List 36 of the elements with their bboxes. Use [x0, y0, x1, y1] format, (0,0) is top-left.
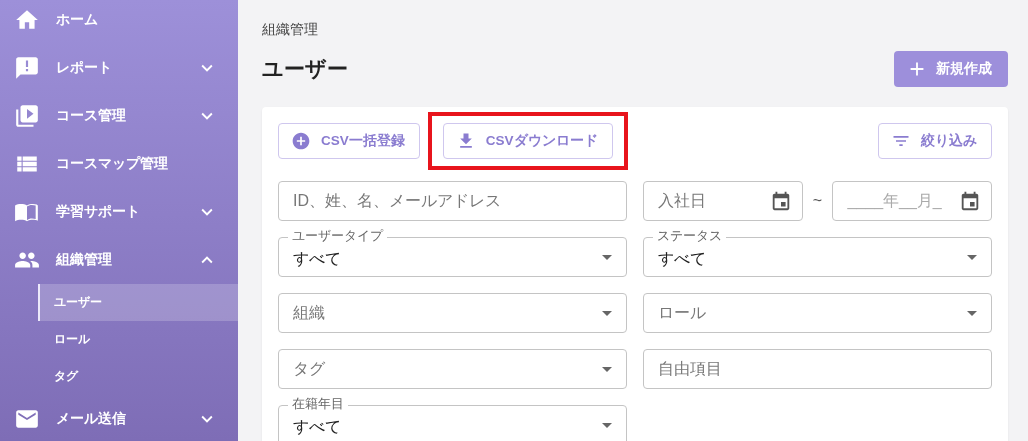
page-title: ユーザー — [262, 56, 348, 82]
field-label: ユーザータイプ — [288, 228, 387, 244]
select-field[interactable]: 組織 — [278, 293, 627, 333]
sidebar-subitem[interactable]: ユーザー — [38, 284, 238, 321]
caret-down-icon — [602, 310, 612, 316]
toolbar-button[interactable]: CSVダウンロード — [442, 123, 613, 159]
toolbar-button[interactable]: CSV一括登録 — [278, 123, 420, 159]
sidebar-subitem[interactable]: タグ — [38, 358, 238, 395]
sidebar-item[interactable]: 学習サポート — [0, 188, 238, 236]
caret-down-icon — [602, 422, 612, 428]
sidebar-item[interactable]: ホーム — [0, 0, 238, 44]
sidebar-subitem[interactable]: ロール — [38, 321, 238, 358]
caret-down-icon — [602, 254, 612, 260]
range-separator: ~ — [811, 192, 824, 210]
sidebar-item[interactable]: 組織管理 — [0, 236, 238, 284]
select-field[interactable]: ロール — [643, 293, 992, 333]
sidebar-item[interactable]: レポート — [0, 44, 238, 92]
date-field[interactable]: 入社日 — [643, 181, 803, 221]
chat-alert-icon — [14, 55, 40, 81]
video-stack-icon — [14, 103, 40, 129]
sidebar-item[interactable]: コースマップ管理 — [0, 140, 238, 188]
filter-button[interactable]: 絞り込み — [878, 123, 992, 159]
caret-down-icon — [967, 254, 977, 260]
calendar-icon — [959, 190, 981, 212]
sidebar-item[interactable]: コース管理 — [0, 92, 238, 140]
field-label: ステータス — [653, 228, 726, 244]
text-field[interactable]: 自由項目 — [643, 349, 992, 389]
text-field[interactable]: ID、姓、名、メールアドレス — [278, 181, 627, 221]
new-button[interactable]: 新規作成 — [894, 51, 1008, 87]
breadcrumb[interactable]: 組織管理 — [262, 21, 318, 41]
field-label: 在籍年目 — [288, 396, 348, 412]
caret-down-icon — [967, 310, 977, 316]
select-field[interactable]: タグ — [278, 349, 627, 389]
date-field[interactable]: ____年__月_ — [832, 181, 992, 221]
caret-down-icon — [602, 366, 612, 372]
sidebar-item[interactable]: メール送信 — [0, 395, 238, 441]
